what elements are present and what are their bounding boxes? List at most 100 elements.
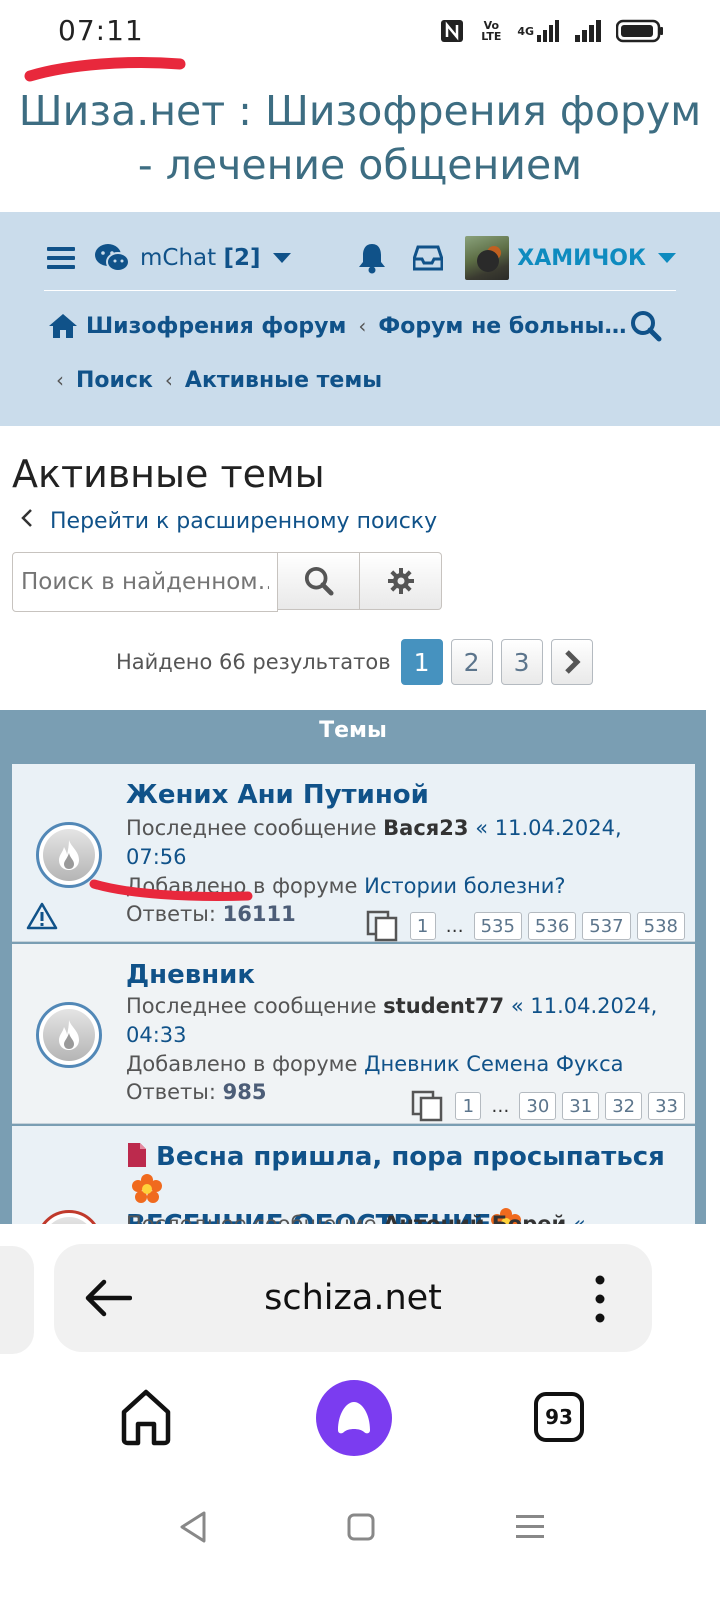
home-icon[interactable]	[118, 1388, 174, 1446]
volte-icon: Vo LTE	[481, 19, 502, 43]
last-post-time[interactable]: 04:33	[126, 1023, 187, 1047]
battery-icon	[616, 19, 664, 43]
last-post-date[interactable]: « 11.04.2024,	[475, 816, 621, 840]
table-row[interactable]: Весна пришла, пора просыпаться ВЕСЕННИЕ …	[12, 1126, 695, 1224]
warning-icon[interactable]	[26, 902, 58, 930]
topic-title[interactable]: Дневник	[126, 960, 255, 990]
forum-link[interactable]: Дневник Семена Фукса	[364, 1052, 623, 1076]
mchat-link[interactable]: mChat [2]	[94, 243, 291, 273]
last-post-author[interactable]: student77	[383, 994, 504, 1018]
search-settings-button[interactable]	[360, 552, 442, 610]
chevron-down-icon	[272, 253, 291, 263]
topic-pages: 1 … 30 31 32 33	[411, 1090, 685, 1122]
status-time: 07:11	[58, 14, 144, 47]
search-within-results	[12, 552, 442, 612]
fire-icon	[59, 840, 79, 870]
last-post-time[interactable]: 07:56	[126, 845, 187, 869]
system-back-icon[interactable]	[178, 1510, 208, 1544]
page-2-button[interactable]: 2	[450, 639, 493, 685]
forum-info: Добавлено в форуме Дневник Семена Фукса	[126, 1052, 624, 1076]
previous-tab-edge[interactable]	[0, 1246, 34, 1354]
nfc-icon	[439, 18, 465, 44]
last-post-date[interactable]: « 11.04.2024,	[511, 994, 657, 1018]
breadcrumb-search[interactable]: Поиск	[76, 368, 153, 393]
menu-icon[interactable]	[46, 245, 76, 271]
topic-page-button[interactable]: 30	[519, 1092, 557, 1120]
system-menu-icon[interactable]	[514, 1512, 546, 1542]
breadcrumb-row-2: ‹ Поиск ‹ Активные темы	[56, 362, 382, 398]
topic-status-icon	[36, 1210, 102, 1224]
forum-link[interactable]: Истории болезни?	[364, 874, 565, 898]
url-text: schiza.net	[264, 1278, 442, 1318]
topic-status-icon	[36, 1002, 102, 1068]
back-arrow-icon[interactable]	[84, 1278, 132, 1318]
breadcrumb-separator: ‹	[164, 368, 173, 392]
pages-stack-icon	[412, 1090, 443, 1122]
topics-list: Темы Жених Ани Путиной Последнее сообщен…	[0, 710, 706, 1224]
topic-page-button[interactable]: 538	[636, 912, 685, 940]
browser-toolbar: schiza.net 93	[0, 1224, 720, 1600]
pagination: Найдено 66 результатов 1 2 3	[116, 638, 593, 686]
red-scribble-mark	[24, 57, 186, 82]
red-scribble-mark	[89, 879, 253, 901]
replies-info: Ответы: 985	[126, 1080, 267, 1104]
topic-page-button[interactable]: 537	[582, 912, 631, 940]
breadcrumb-forum-home[interactable]: Шизофрения форум	[86, 314, 346, 339]
sticky-document-icon	[128, 1143, 146, 1167]
chevron-down-icon	[658, 253, 676, 263]
last-post-info: Последнее сообщение student77 « 11.04.20…	[126, 994, 658, 1047]
system-home-icon[interactable]	[346, 1512, 376, 1542]
last-post-author[interactable]: Антоний Борей	[383, 1212, 566, 1224]
search-button[interactable]	[278, 552, 360, 610]
next-page-button[interactable]	[550, 639, 593, 685]
advanced-search-link[interactable]: Перейти к расширенному поиску	[20, 508, 437, 534]
avatar	[465, 236, 510, 280]
topic-page-button[interactable]: 31	[562, 1092, 600, 1120]
last-post-author[interactable]: Вася23	[383, 816, 468, 840]
page-1-button[interactable]: 1	[400, 639, 443, 685]
chevron-right-icon	[564, 650, 581, 674]
address-bar[interactable]: schiza.net	[54, 1244, 652, 1352]
user-menu[interactable]: ХАМИЧОК	[465, 236, 676, 280]
breadcrumb-separator: ‹	[56, 368, 64, 392]
alice-assistant-button[interactable]	[316, 1380, 392, 1456]
notifications-bell-icon[interactable]	[357, 242, 387, 274]
nav-divider	[44, 290, 676, 291]
topic-page-button[interactable]: 536	[527, 912, 577, 940]
flower-emoji-icon	[132, 1174, 162, 1203]
breadcrumb-separator: ‹	[358, 314, 367, 338]
alice-icon	[338, 1402, 370, 1434]
tabs-counter-button[interactable]: 93	[534, 1392, 584, 1442]
topic-title[interactable]: Жених Ани Путиной	[126, 780, 429, 810]
site-title[interactable]: Шиза.нет : Шизофрения форум - лечение об…	[0, 84, 720, 192]
breadcrumb-subforum[interactable]: Форум не больны…	[378, 314, 626, 339]
replies-count: 985	[222, 1080, 267, 1104]
breadcrumb-active-topics[interactable]: Активные темы	[185, 368, 382, 393]
topic-pages: 1 … 535 536 537 538	[366, 910, 685, 942]
topic-page-button[interactable]: 535	[473, 912, 522, 940]
topic-page-button[interactable]: 1	[455, 1092, 482, 1120]
status-bar: 07:11 Vo LTE 4G	[0, 0, 720, 82]
topic-page-button[interactable]: 32	[605, 1092, 643, 1120]
more-vertical-icon[interactable]	[590, 1274, 610, 1324]
messages-inbox-icon[interactable]	[413, 245, 444, 271]
breadcrumb: Шизофрения форум ‹ Форум не больны…	[48, 308, 668, 344]
search-input[interactable]	[12, 552, 278, 612]
topic-page-button[interactable]: 1	[409, 912, 436, 940]
fire-icon	[59, 1020, 79, 1050]
search-icon[interactable]	[630, 310, 662, 342]
last-post-info: Последнее сообщение Антоний Борей «	[126, 1210, 686, 1224]
4g-signal-icon: 4G	[517, 19, 562, 43]
navbar: mChat [2] ХАМИЧОК Шизофрения форум ‹ Фор…	[0, 212, 720, 426]
topics-header: Темы	[319, 718, 387, 743]
chevron-left-icon	[20, 508, 34, 534]
table-row[interactable]: Дневник Последнее сообщение student77 « …	[12, 944, 695, 1124]
page-title: Активные темы	[12, 452, 325, 496]
topic-page-button[interactable]: 33	[648, 1092, 685, 1120]
last-post-info: Последнее сообщение Вася23 « 11.04.2024,…	[126, 816, 622, 869]
home-icon[interactable]	[48, 313, 78, 339]
page-3-button[interactable]: 3	[500, 639, 543, 685]
signal-icon	[574, 19, 604, 43]
table-row[interactable]: Жених Ани Путиной Последнее сообщение Ва…	[12, 764, 695, 942]
pages-stack-icon	[366, 910, 397, 942]
